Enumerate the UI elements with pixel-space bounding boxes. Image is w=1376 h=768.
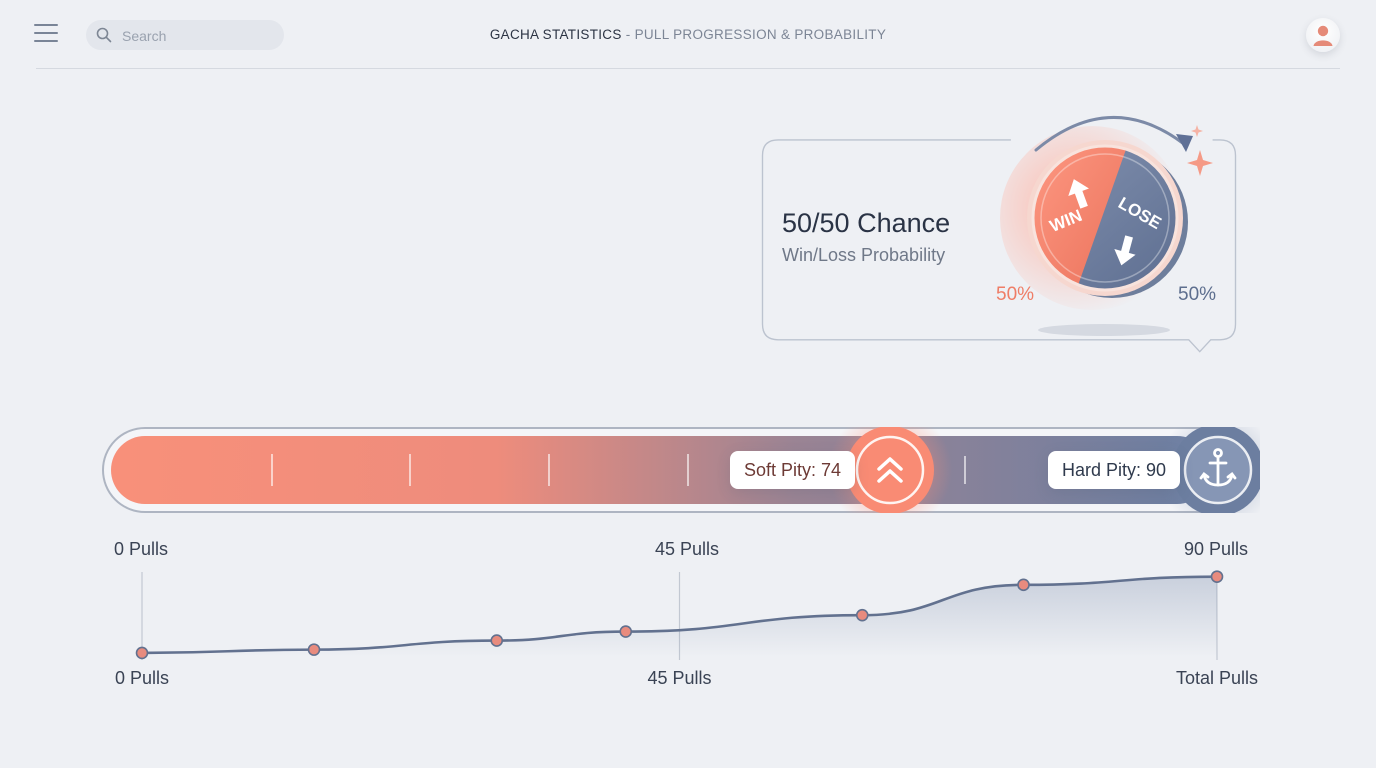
- chart-area-fill: [142, 576, 1217, 657]
- hard-pity-label: Hard Pity: 90: [1048, 451, 1181, 489]
- chart-point-4: [855, 608, 869, 622]
- bar-tick-0: 0 Pulls: [114, 539, 169, 559]
- rotate-arrow-icon: [1176, 134, 1193, 152]
- page-title: GACHA STATISTICS - PULL PROGRESSION & PR…: [0, 27, 1376, 42]
- header-divider: [36, 68, 1340, 69]
- chart-x-tick-label-2: Total Pulls: [1176, 668, 1259, 688]
- chart-point-0: [135, 646, 149, 660]
- probability-subtitle: Win/Loss Probability: [782, 245, 946, 265]
- soft-pity-knob[interactable]: [846, 427, 934, 513]
- lose-percent: 50%: [1178, 284, 1217, 305]
- chart-x-tick-label-1: 45 Pulls: [647, 668, 712, 688]
- page-title-main: GACHA STATISTICS: [489, 27, 622, 42]
- page-title-sub: PULL PROGRESSION & PROBABILITY: [634, 27, 887, 42]
- hard-pity-knob[interactable]: [1172, 427, 1260, 513]
- user-avatar[interactable]: [1306, 18, 1340, 52]
- win-percent: 50%: [996, 284, 1035, 305]
- user-avatar-icon: [1313, 25, 1333, 46]
- sparkle-small-icon: [1191, 125, 1203, 137]
- chart-point-1: [307, 643, 321, 656]
- chart-point-3: [619, 625, 633, 638]
- bar-tick-45: 45 Pulls: [655, 539, 720, 559]
- chart-point-5: [1017, 578, 1030, 592]
- bar-tick-90: 90 Pulls: [1184, 539, 1249, 559]
- chart-point-6: [1210, 570, 1224, 583]
- chart-x-tick-label-0: 0 Pulls: [115, 668, 170, 688]
- soft-pity-label: Soft Pity: 74: [730, 451, 856, 489]
- probability-title: 50/50 Chance: [782, 208, 951, 238]
- page-title-separator: -: [621, 27, 635, 42]
- chart-series-line: [141, 575, 1218, 655]
- chart-point-2: [490, 634, 504, 647]
- win-lose-coin: WIN LOSE: [1000, 116, 1213, 336]
- sparkle-icon: [1187, 150, 1213, 176]
